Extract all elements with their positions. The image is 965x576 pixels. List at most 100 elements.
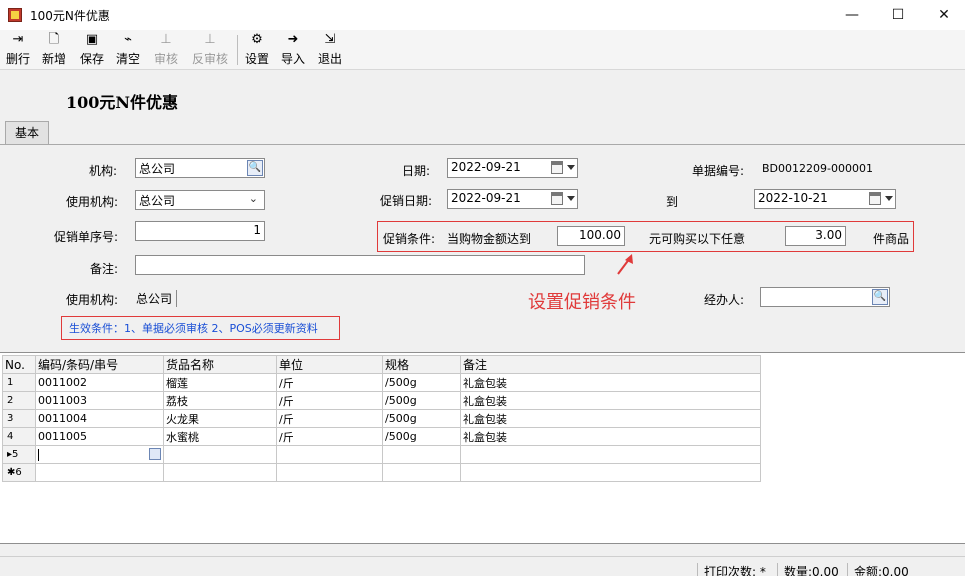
remark-field[interactable] <box>135 255 585 275</box>
promo-seq-label: 促销单序号: <box>54 230 119 244</box>
col-name[interactable]: 货品名称 <box>163 355 277 374</box>
cell-unit[interactable]: /斤 <box>276 409 383 428</box>
effective-note: 生效条件：1、单据必须审核 2、POS必须更新资料 <box>69 322 318 335</box>
audit-button[interactable]: ⊥ 审核 <box>152 33 180 67</box>
cell-spec[interactable]: /500g <box>382 409 461 428</box>
org-field[interactable]: 总公司 🔍 <box>135 158 265 178</box>
promo-date-from-field[interactable]: 2022-09-21 <box>447 189 578 209</box>
settings-button[interactable]: ⚙ 设置 <box>243 33 271 67</box>
row-number: 1 <box>2 373 36 392</box>
cell-code-editing[interactable] <box>35 445 164 464</box>
search-icon[interactable]: 🔍 <box>247 160 263 176</box>
chevron-down-icon: ⌄ <box>248 192 258 205</box>
exit-button[interactable]: ⇲ 退出 <box>316 33 344 67</box>
calendar-icon[interactable] <box>869 192 881 205</box>
table-row[interactable]: 2 0011003 荔枝 /斤 /500g 礼盒包装 <box>2 391 761 410</box>
cell-code[interactable]: 0011003 <box>35 391 164 410</box>
use-org-select[interactable]: 总公司 ⌄ <box>135 190 265 210</box>
row-number: 4 <box>2 427 36 446</box>
dropdown-arrow-icon[interactable] <box>885 196 893 201</box>
cond-qty-field[interactable]: 3.00 <box>785 226 846 246</box>
close-button[interactable]: ✕ <box>921 0 965 30</box>
cell-name[interactable] <box>163 463 277 482</box>
annotation-arrow-icon <box>617 254 633 275</box>
unaudit-button[interactable]: ⊥ 反审核 <box>190 33 230 67</box>
cell-code[interactable] <box>35 463 164 482</box>
cell-remark[interactable]: 礼盒包装 <box>460 373 761 392</box>
toolbar: ⇥ 删行 🗋 新增 ▣ 保存 ⌁ 清空 ⊥ 审核 ⊥ 反审核 ⚙ 设置 ➜ 导入… <box>0 30 965 70</box>
promo-seq-field[interactable]: 1 <box>135 221 265 241</box>
cond-text-any: 元可购买以下任意 <box>649 232 746 246</box>
minimize-button[interactable]: — <box>829 0 875 30</box>
cell-name[interactable]: 火龙果 <box>163 409 277 428</box>
calendar-icon[interactable] <box>551 192 563 205</box>
date-field[interactable]: 2022-09-21 <box>447 158 578 178</box>
toolbar-separator <box>237 35 238 65</box>
promo-cond-label: 促销条件: <box>383 232 436 246</box>
col-unit[interactable]: 单位 <box>276 355 383 374</box>
cell-spec[interactable]: /500g <box>382 391 461 410</box>
handler-field[interactable]: 🔍 <box>760 287 890 307</box>
form-title: 100元N件优惠 <box>66 93 179 112</box>
calendar-icon[interactable] <box>551 161 563 174</box>
stamp-icon: ⊥ <box>204 32 216 47</box>
maximize-button[interactable]: ☐ <box>875 0 921 30</box>
cell-spec[interactable] <box>382 463 461 482</box>
items-table: No. 编码/条码/串号 货品名称 单位 规格 备注 1 0011002 榴莲 … <box>2 355 761 482</box>
handler-label: 经办人: <box>704 293 745 307</box>
cell-name[interactable]: 水蜜桃 <box>163 427 277 446</box>
cell-name[interactable]: 榴莲 <box>163 373 277 392</box>
cell-name[interactable]: 荔枝 <box>163 391 277 410</box>
clear-button[interactable]: ⌁ 清空 <box>114 33 142 67</box>
text-caret <box>38 449 39 461</box>
settings-icon: ⚙ <box>251 32 263 47</box>
cell-code[interactable]: 0011002 <box>35 373 164 392</box>
table-row-new[interactable]: ✱6 <box>2 463 761 482</box>
cell-spec[interactable]: /500g <box>382 373 461 392</box>
dropdown-arrow-icon[interactable] <box>567 196 575 201</box>
col-remark[interactable]: 备注 <box>460 355 761 374</box>
tab-basic[interactable]: 基本 <box>5 121 49 145</box>
import-button[interactable]: ➜ 导入 <box>279 33 307 67</box>
save-button[interactable]: ▣ 保存 <box>78 33 106 67</box>
search-icon[interactable]: 🔍 <box>872 289 888 305</box>
delete-row-icon: ⇥ <box>12 32 24 47</box>
cell-unit[interactable]: /斤 <box>276 373 383 392</box>
cell-remark[interactable]: 礼盒包装 <box>460 391 761 410</box>
col-code[interactable]: 编码/条码/串号 <box>35 355 164 374</box>
cell-remark[interactable]: 礼盒包装 <box>460 427 761 446</box>
cell-unit[interactable]: /斤 <box>276 427 383 446</box>
cell-unit[interactable] <box>276 445 383 464</box>
tab-divider <box>0 144 965 145</box>
print-count: 打印次数: * <box>697 563 766 576</box>
cond-text-amount: 当购物金额达到 <box>447 232 532 246</box>
cell-spec[interactable]: /500g <box>382 427 461 446</box>
cell-code[interactable]: 0011004 <box>35 409 164 428</box>
cell-unit[interactable] <box>276 463 383 482</box>
cell-unit[interactable]: /斤 <box>276 391 383 410</box>
delete-row-button[interactable]: ⇥ 删行 <box>4 33 32 67</box>
new-document-icon: 🗋 <box>48 32 60 47</box>
table-row-current[interactable]: ▸5 <box>2 445 761 464</box>
col-spec[interactable]: 规格 <box>382 355 461 374</box>
lookup-icon[interactable] <box>149 448 161 460</box>
cell-remark[interactable] <box>460 463 761 482</box>
app-icon <box>8 8 22 22</box>
cell-code[interactable]: 0011005 <box>35 427 164 446</box>
table-row[interactable]: 4 0011005 水蜜桃 /斤 /500g 礼盒包装 <box>2 427 761 446</box>
table-row[interactable]: 1 0011002 榴莲 /斤 /500g 礼盒包装 <box>2 373 761 392</box>
col-no: No. <box>2 355 36 374</box>
status-bar: 打印次数: * 数量:0.00 金额:0.00 <box>0 556 965 576</box>
table-row[interactable]: 3 0011004 火龙果 /斤 /500g 礼盒包装 <box>2 409 761 428</box>
remark-label: 备注: <box>90 262 119 276</box>
doc-no-label: 单据编号: <box>692 164 745 178</box>
exit-door-icon: ⇲ <box>324 32 336 47</box>
cond-amount-field[interactable]: 100.00 <box>557 226 625 246</box>
new-button[interactable]: 🗋 新增 <box>40 33 68 67</box>
cell-remark[interactable]: 礼盒包装 <box>460 409 761 428</box>
dropdown-arrow-icon[interactable] <box>567 165 575 170</box>
cell-remark[interactable] <box>460 445 761 464</box>
promo-date-to-field[interactable]: 2022-10-21 <box>754 189 896 209</box>
cell-spec[interactable] <box>382 445 461 464</box>
cell-name[interactable] <box>163 445 277 464</box>
